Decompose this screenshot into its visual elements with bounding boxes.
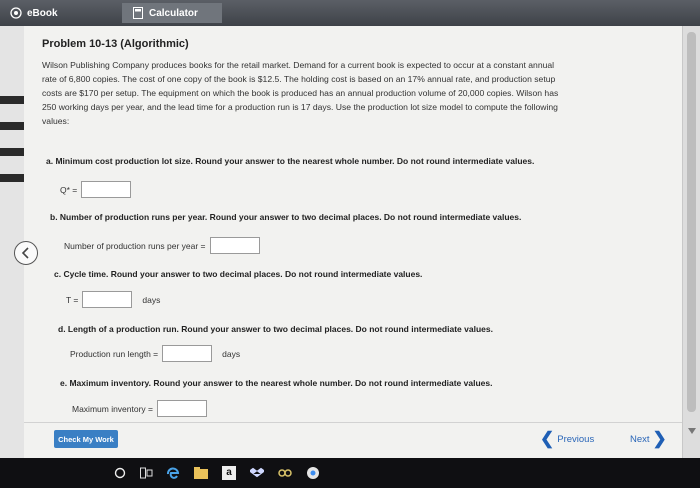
intro-line: rate of 6,800 copies. The cost of one co… [42, 74, 556, 84]
problem-intro: Wilson Publishing Company produces books… [42, 58, 667, 128]
calculator-icon [132, 7, 144, 19]
question-a-text: a. Minimum cost production lot size. Rou… [46, 156, 535, 166]
question-e-row: Maximum inventory = [72, 400, 208, 417]
maximum-inventory-input[interactable] [157, 400, 208, 417]
question-d-text: d. Length of a production run. Round you… [58, 324, 493, 334]
strip-marker [0, 96, 24, 104]
scroll-down-icon[interactable] [688, 428, 696, 434]
question-d-field-label: Production run length = [70, 348, 159, 359]
question-d: d. Length of a production run. Round you… [58, 324, 493, 334]
vertical-scrollbar[interactable] [682, 26, 700, 458]
question-a: a. Minimum cost production lot size. Rou… [46, 156, 534, 166]
collapse-panel-button[interactable] [14, 241, 38, 265]
tab-calculator-label: Calculator [149, 7, 198, 19]
task-view-icon[interactable] [138, 465, 154, 481]
next-label: Next [630, 433, 650, 445]
question-e-text: e. Maximum inventory. Round your answer … [60, 378, 493, 388]
question-c-text: c. Cycle time. Round your answer to two … [54, 269, 423, 279]
question-b-text: b. Number of production runs per year. R… [50, 212, 522, 222]
previous-button[interactable]: ❮ Previous [540, 429, 595, 448]
tab-calculator[interactable]: Calculator [122, 3, 222, 23]
chevron-right-icon: ❯ [652, 429, 667, 448]
chevron-left-icon [21, 247, 29, 259]
question-e: e. Maximum inventory. Round your answer … [60, 378, 492, 388]
cycle-time-input[interactable] [82, 291, 133, 308]
production-run-length-input[interactable] [162, 345, 213, 362]
intro-line: Wilson Publishing Company produces books… [42, 60, 555, 70]
amazon-icon[interactable]: a [220, 465, 238, 481]
strip-marker [0, 122, 24, 130]
problem-title: Problem 10-13 (Algorithmic) [42, 38, 189, 50]
intro-line: values: [42, 116, 70, 126]
search-icon[interactable] [112, 465, 128, 481]
problem-panel: Problem 10-13 (Algorithmic) Wilson Publi… [24, 26, 682, 458]
chevron-left-icon: ❮ [540, 429, 555, 448]
app-icon[interactable] [276, 465, 294, 481]
edge-icon[interactable] [164, 465, 182, 481]
tab-ebook-label: eBook [27, 7, 58, 19]
question-e-field-label: Maximum inventory = [72, 403, 154, 414]
strip-marker [0, 174, 24, 182]
question-c: c. Cycle time. Round your answer to two … [54, 269, 422, 279]
question-a-field-label: Q* = [60, 184, 78, 195]
amazon-letter: a [222, 466, 236, 480]
dropbox-icon[interactable] [248, 465, 266, 481]
production-runs-input[interactable] [209, 237, 260, 254]
question-d-unit: days [222, 348, 241, 359]
question-c-field-label: T = [66, 294, 79, 305]
previous-label: Previous [557, 433, 595, 445]
lot-size-input[interactable] [81, 181, 132, 198]
file-explorer-icon[interactable] [192, 465, 210, 481]
tab-ebook[interactable]: eBook [0, 3, 118, 23]
question-b: b. Number of production runs per year. R… [50, 212, 521, 222]
question-c-row: T = days [66, 291, 160, 308]
question-a-row: Q* = [60, 181, 132, 198]
intro-line: costs are $170 per setup. The equipment … [42, 88, 559, 98]
footer-divider [24, 422, 682, 423]
check-my-work-button[interactable]: Check My Work [54, 430, 118, 448]
scrollbar-thumb[interactable] [687, 32, 696, 412]
next-button[interactable]: Next ❯ [630, 429, 667, 448]
question-b-field-label: Number of production runs per year = [64, 240, 206, 251]
question-c-unit: days [142, 294, 161, 305]
chrome-icon[interactable] [304, 465, 322, 481]
strip-marker [0, 148, 24, 156]
question-b-row: Number of production runs per year = [64, 237, 260, 254]
ebook-icon [10, 7, 22, 19]
question-d-row: Production run length = days [70, 345, 240, 362]
os-taskbar: a [0, 458, 700, 488]
intro-line: 250 working days per year, and the lead … [42, 102, 558, 112]
tab-bar: eBook Calculator [0, 0, 700, 26]
